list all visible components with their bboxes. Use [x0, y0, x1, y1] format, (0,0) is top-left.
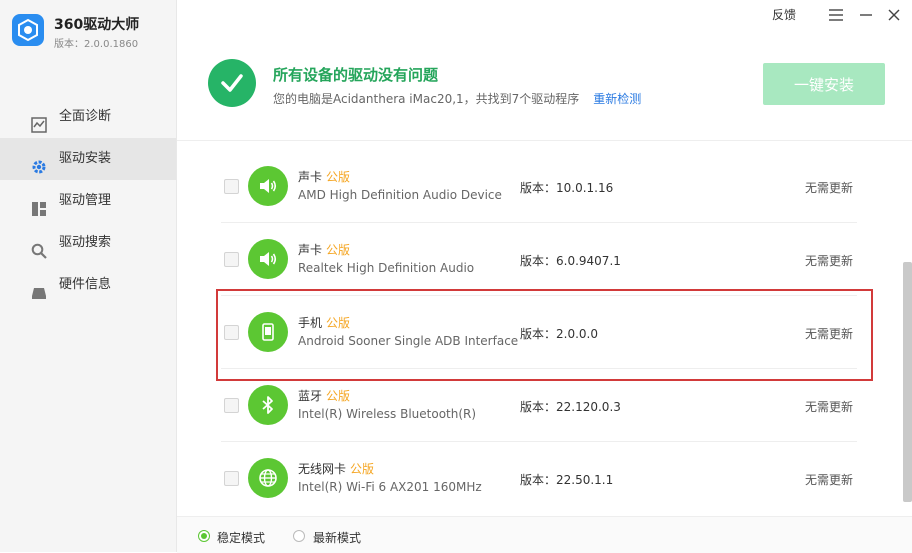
row-checkbox[interactable] — [224, 325, 239, 340]
device-type-label: 声卡 — [298, 170, 323, 184]
device-version: 版本：6.0.9407.1 — [520, 254, 621, 268]
device-type: 蓝牙 公版 — [298, 387, 350, 404]
status-header: 所有设备的驱动没有问题 您的电脑是Acidanthera iMac20,1，共找… — [177, 30, 912, 140]
table-row: 无线网卡 公版 Intel(R) Wi-Fi 6 AX201 160MHz 版本：… — [177, 442, 897, 515]
hardware-icon — [31, 277, 47, 299]
rescan-link[interactable]: 重新检测 — [593, 92, 641, 106]
device-type-label: 手机 — [298, 316, 323, 330]
update-status: 无需更新 — [805, 400, 854, 414]
public-badge: 公版 — [326, 389, 351, 403]
device-name: Android Sooner Single ADB Interface — [298, 334, 519, 348]
grid-icon — [31, 193, 47, 216]
device-type-label: 无线网卡 — [298, 462, 347, 476]
search-icon — [31, 235, 47, 259]
diagnosis-icon — [31, 109, 47, 133]
minimize-icon[interactable] — [858, 7, 874, 23]
device-type-label: 蓝牙 — [298, 389, 323, 403]
bluetooth-icon — [248, 385, 288, 425]
device-name: Intel(R) Wireless Bluetooth(R) — [298, 407, 477, 421]
stable-mode-label[interactable]: 稳定模式 — [217, 529, 265, 546]
stable-mode-radio[interactable] — [198, 530, 210, 542]
update-status: 无需更新 — [805, 181, 854, 195]
device-type: 声卡 公版 — [298, 168, 350, 185]
table-row: 声卡 公版 Realtek High Definition Audio 版本：6.… — [177, 223, 897, 296]
sidebar-item-driver-search[interactable]: 驱动搜索 — [0, 222, 176, 264]
device-name: Realtek High Definition Audio — [298, 261, 475, 275]
sidebar: 360驱动大师 版本：2.0.0.1860 全面诊断 驱动安装 驱动管理 驱动搜… — [0, 0, 177, 552]
sidebar-item-driver-manage[interactable]: 驱动管理 — [0, 180, 176, 222]
feedback-link[interactable]: 反馈 — [772, 6, 796, 23]
sidebar-item-driver-install[interactable]: 驱动安装 — [0, 138, 176, 180]
app-logo-icon — [12, 14, 44, 46]
row-checkbox[interactable] — [224, 252, 239, 267]
device-name: AMD High Definition Audio Device — [298, 188, 502, 202]
sidebar-item-label: 全面诊断 — [59, 109, 112, 124]
device-version: 版本：22.120.0.3 — [520, 400, 621, 414]
status-subtitle-text: 您的电脑是Acidanthera iMac20,1，共找到7个驱动程序 — [273, 92, 580, 106]
menu-icon[interactable] — [828, 7, 844, 23]
row-checkbox[interactable] — [224, 179, 239, 194]
sidebar-item-hardware-info[interactable]: 硬件信息 — [0, 264, 176, 306]
checkmark-icon — [208, 59, 256, 107]
status-title: 所有设备的驱动没有问题 — [273, 66, 439, 84]
sidebar-item-label: 驱动管理 — [59, 193, 112, 208]
device-type-label: 声卡 — [298, 243, 323, 257]
sidebar-item-label: 驱动搜索 — [59, 235, 112, 250]
app-version: 版本：2.0.0.1860 — [54, 39, 139, 50]
driver-list: 声卡 公版 AMD High Definition Audio Device 版本… — [177, 150, 897, 516]
phone-icon — [248, 312, 288, 352]
update-status: 无需更新 — [805, 473, 854, 487]
app-logo-area: 360驱动大师 版本：2.0.0.1860 — [12, 12, 172, 52]
public-badge: 公版 — [350, 462, 375, 476]
row-checkbox[interactable] — [224, 398, 239, 413]
speaker-icon — [248, 166, 288, 206]
device-type: 手机 公版 — [298, 314, 350, 331]
device-type: 声卡 公版 — [298, 241, 350, 258]
footer-mode-bar: 稳定模式 最新模式 — [177, 516, 912, 553]
speaker-icon — [248, 239, 288, 279]
device-version: 版本：10.0.1.16 — [520, 181, 614, 195]
sidebar-item-label: 驱动安装 — [59, 151, 112, 166]
public-badge: 公版 — [326, 316, 351, 330]
update-status: 无需更新 — [805, 254, 854, 268]
sidebar-item-diagnosis[interactable]: 全面诊断 — [0, 96, 176, 138]
table-row: 声卡 公版 AMD High Definition Audio Device 版本… — [177, 150, 897, 223]
row-checkbox[interactable] — [224, 471, 239, 486]
one-click-install-button[interactable]: 一键安装 — [763, 63, 885, 105]
sidebar-item-label: 硬件信息 — [59, 277, 112, 292]
header-divider — [177, 140, 912, 141]
gear-icon — [31, 151, 47, 174]
latest-mode-label[interactable]: 最新模式 — [313, 529, 361, 546]
update-status: 无需更新 — [805, 327, 854, 341]
latest-mode-radio[interactable] — [293, 530, 305, 542]
device-type: 无线网卡 公版 — [298, 460, 374, 477]
public-badge: 公版 — [326, 243, 351, 257]
globe-icon — [248, 458, 288, 498]
sidebar-nav: 全面诊断 驱动安装 驱动管理 驱动搜索 硬件信息 — [0, 96, 176, 306]
close-icon[interactable] — [886, 7, 902, 23]
list-scrollbar[interactable] — [903, 262, 912, 502]
device-name: Intel(R) Wi-Fi 6 AX201 160MHz — [298, 480, 482, 494]
device-version: 版本：22.50.1.1 — [520, 473, 614, 487]
app-title: 360驱动大师 — [54, 17, 140, 33]
window-controls: 反馈 — [772, 0, 912, 30]
device-version: 版本：2.0.0.0 — [520, 327, 598, 341]
public-badge: 公版 — [326, 170, 351, 184]
status-subtitle: 您的电脑是Acidanthera iMac20,1，共找到7个驱动程序 重新检测 — [273, 90, 641, 107]
table-row: 蓝牙 公版 Intel(R) Wireless Bluetooth(R) 版本：2… — [177, 369, 897, 442]
table-row: 手机 公版 Android Sooner Single ADB Interface… — [177, 296, 897, 369]
